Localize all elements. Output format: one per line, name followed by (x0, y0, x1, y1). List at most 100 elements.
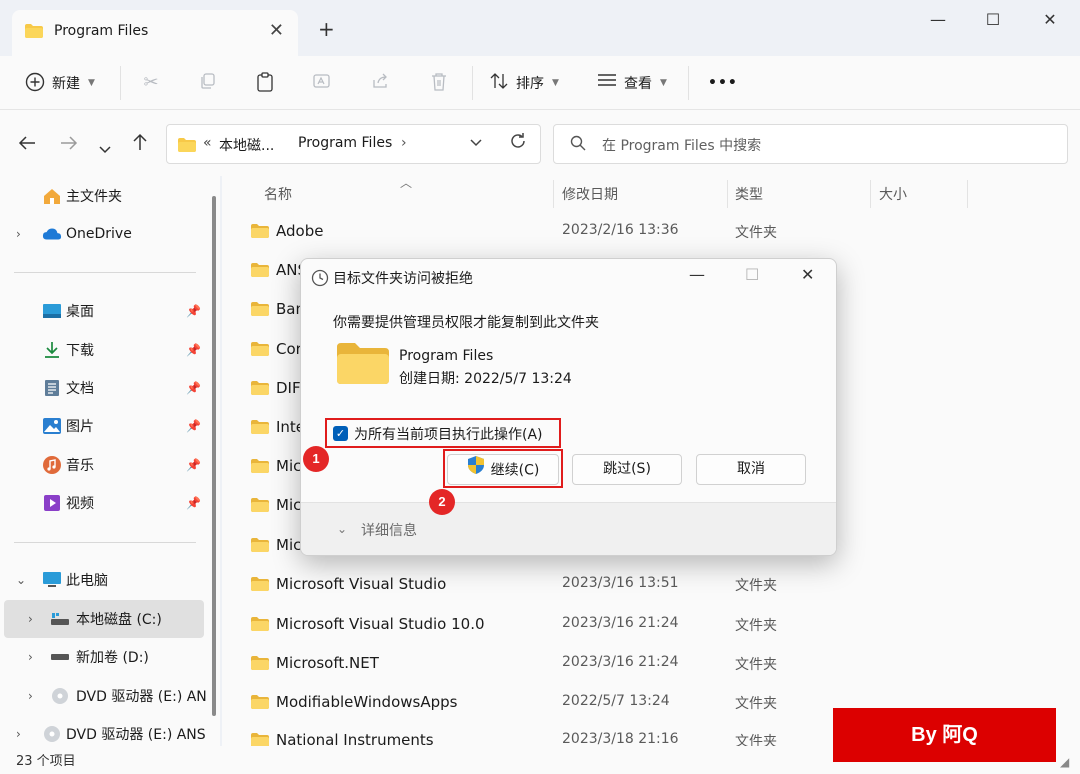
file-modified-date: 2023/3/16 21:24 (562, 615, 679, 631)
column-divider[interactable] (870, 180, 871, 208)
rename-button[interactable] (312, 68, 334, 98)
picture-icon (42, 417, 62, 435)
sidebar-item-downloads[interactable]: 下载 📌 (0, 332, 205, 368)
file-modified-date: 2022/5/7 13:24 (562, 693, 670, 709)
divider (14, 542, 196, 543)
column-type[interactable]: 类型 (735, 184, 763, 204)
dialog-close-button[interactable]: ✕ (801, 265, 814, 284)
view-list-icon (596, 72, 618, 94)
share-button[interactable] (370, 68, 392, 98)
step-badge-2: 2 (429, 489, 455, 515)
column-divider[interactable] (553, 180, 554, 208)
pin-icon[interactable]: 📌 (186, 496, 201, 510)
uac-shield-icon (467, 455, 485, 486)
column-modified[interactable]: 修改日期 (562, 184, 618, 204)
chevron-right-icon[interactable]: › (28, 650, 33, 664)
sidebar-scrollbar[interactable] (212, 196, 216, 716)
maximize-button[interactable]: ☐ (973, 6, 1013, 34)
sidebar-item-desktop[interactable]: 桌面 📌 (0, 293, 205, 329)
share-icon (370, 72, 392, 94)
column-size[interactable]: 大小 (879, 184, 907, 204)
sidebar-item-pictures[interactable]: 图片 📌 (0, 408, 205, 444)
copy-button[interactable] (197, 68, 219, 98)
column-divider[interactable] (967, 180, 968, 208)
cut-button[interactable]: ✂ (140, 68, 162, 98)
dialog-maximize-button[interactable]: ☐ (745, 265, 759, 284)
more-details-link[interactable]: 详细信息 (361, 520, 417, 540)
continue-button[interactable]: 继续(C) (447, 454, 559, 485)
dialog-minimize-button[interactable]: — (689, 265, 705, 284)
refresh-icon[interactable] (509, 132, 527, 155)
navigation-pane: 主文件夹 › OneDrive 桌面 📌 下载 📌 文档 📌 图片 📌 音乐 📌… (0, 176, 220, 746)
sidebar-item-label: 视频 (66, 496, 94, 512)
address-dropdown-icon[interactable] (469, 133, 483, 152)
skip-button[interactable]: 跳过(S) (572, 454, 682, 485)
sidebar-item-music[interactable]: 音乐 📌 (0, 447, 205, 483)
up-arrow-icon[interactable] (132, 132, 148, 156)
cloud-icon (42, 225, 62, 243)
breadcrumb-local-disk[interactable]: 本地磁... (219, 135, 274, 155)
apply-all-checkbox[interactable]: ✓ (333, 426, 348, 441)
more-options-button[interactable]: ••• (708, 68, 738, 98)
view-button[interactable]: 查看 ▼ (596, 68, 667, 98)
table-row[interactable]: Microsoft Visual Studio 10.0 2023/3/16 21… (250, 607, 1050, 643)
minimize-button[interactable]: — (918, 6, 958, 34)
file-name: Mic (276, 536, 302, 554)
file-name: Microsoft Visual Studio 10.0 (276, 615, 485, 633)
pin-icon[interactable]: 📌 (186, 304, 201, 318)
search-box[interactable]: 在 Program Files 中搜索 (553, 124, 1068, 164)
address-bar[interactable]: « 本地磁... Program Files › (166, 124, 541, 164)
forward-arrow-icon[interactable] (60, 132, 78, 156)
column-name[interactable]: 名称 (264, 184, 292, 204)
resize-grip-icon[interactable]: ◢ (1060, 755, 1069, 769)
close-tab-icon[interactable]: ✕ (269, 20, 284, 41)
pin-icon[interactable]: 📌 (186, 343, 201, 357)
chevron-down-icon[interactable]: ⌄ (337, 522, 347, 536)
table-row[interactable]: Adobe 2023/2/16 13:36 文件夹 (250, 214, 1050, 250)
sidebar-item-onedrive[interactable]: › OneDrive (0, 216, 205, 252)
sidebar-item-home[interactable]: 主文件夹 (0, 178, 205, 214)
rename-icon (312, 72, 334, 94)
table-row[interactable]: Microsoft.NET 2023/3/16 21:24 文件夹 (250, 646, 1050, 682)
tab-program-files[interactable]: Program Files ✕ (12, 10, 298, 56)
sidebar-item-c-drive[interactable]: › 本地磁盘 (C:) (4, 600, 204, 638)
chevron-right-icon[interactable]: › (16, 227, 21, 241)
breadcrumb-separator[interactable]: › (401, 135, 407, 151)
file-name: Mic (276, 457, 302, 475)
chevron-right-icon[interactable]: › (16, 727, 21, 741)
sidebar-item-this-pc[interactable]: ⌄ 此电脑 (0, 562, 205, 598)
file-name: Mic (276, 496, 302, 514)
chevron-down-icon[interactable]: ⌄ (16, 573, 26, 587)
sidebar-item-label: 下载 (66, 343, 94, 359)
recent-chevron-icon[interactable] (98, 136, 112, 160)
document-icon (42, 379, 62, 397)
chevron-right-icon[interactable]: › (28, 689, 33, 703)
chevron-right-icon[interactable]: › (28, 612, 33, 626)
breadcrumb-program-files[interactable]: Program Files (298, 135, 392, 151)
new-tab-button[interactable]: + (318, 17, 335, 41)
table-row[interactable]: Microsoft Visual Studio 2023/3/16 13:51 文件… (250, 567, 1050, 603)
apply-all-label[interactable]: 为所有当前项目执行此操作(A) (354, 424, 543, 444)
sort-button[interactable]: 排序 ▼ (488, 68, 559, 98)
sidebar-item-documents[interactable]: 文档 📌 (0, 370, 205, 406)
sidebar-item-e-drive[interactable]: › DVD 驱动器 (E:) AN (0, 678, 207, 714)
new-button[interactable]: 新建 ▼ (24, 68, 95, 98)
back-arrow-icon[interactable] (18, 132, 36, 156)
sidebar-item-d-drive[interactable]: › 新加卷 (D:) (0, 639, 205, 675)
computer-icon (42, 571, 62, 589)
column-divider[interactable] (727, 180, 728, 208)
paste-button[interactable] (254, 68, 276, 98)
delete-button[interactable] (428, 68, 450, 98)
sidebar-item-label: 本地磁盘 (C:) (76, 612, 162, 628)
pin-icon[interactable]: 📌 (186, 458, 201, 472)
close-window-button[interactable]: ✕ (1030, 6, 1070, 34)
dialog-folder-name: Program Files (399, 348, 494, 364)
cancel-button[interactable]: 取消 (696, 454, 806, 485)
pin-icon[interactable]: 📌 (186, 381, 201, 395)
command-bar: 新建 ▼ ✂ 排序 ▼ 查看 ▼ ••• (0, 56, 1080, 110)
sidebar-item-videos[interactable]: 视频 📌 (0, 485, 205, 521)
folder-icon (250, 655, 270, 675)
overflow-chevron[interactable]: « (203, 135, 212, 151)
sort-icon (488, 72, 510, 94)
pin-icon[interactable]: 📌 (186, 419, 201, 433)
